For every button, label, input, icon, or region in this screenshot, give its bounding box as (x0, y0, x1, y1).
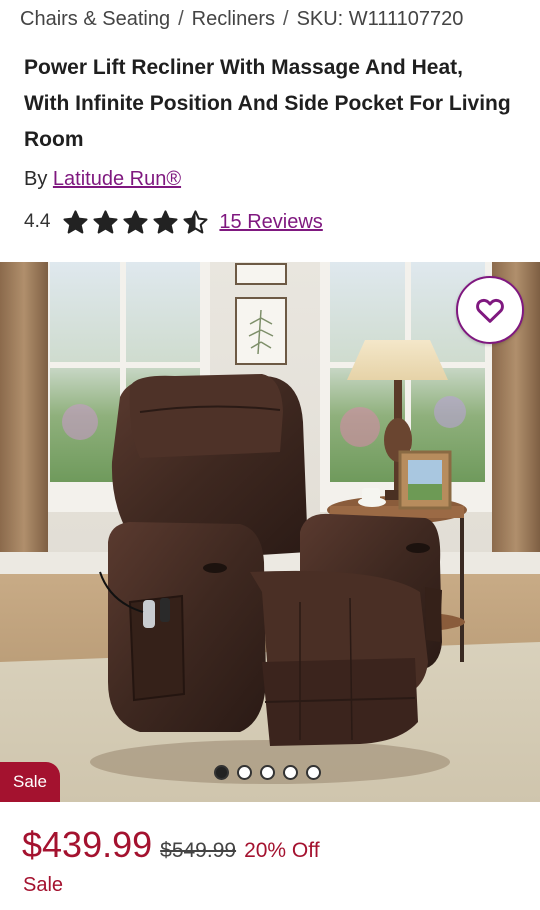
star-rating (62, 209, 209, 236)
price-row: $439.99 $549.99 20% Off (22, 824, 320, 866)
star-full-icon (63, 209, 88, 234)
rating-value: 4.4 (24, 211, 51, 232)
original-price: $549.99 (160, 839, 237, 862)
breadcrumb-separator: / (283, 8, 289, 30)
star-full-icon (153, 209, 178, 234)
rating-row: 4.4 15 Reviews (24, 205, 323, 239)
carousel-dot[interactable] (306, 765, 321, 780)
star-full-icon (93, 209, 118, 234)
breadcrumb-recliners[interactable]: Recliners (192, 8, 275, 30)
breadcrumb-sku: SKU: W111107720 (296, 8, 464, 30)
current-price: $439.99 (22, 824, 153, 865)
carousel-dot[interactable] (260, 765, 275, 780)
reviews-link[interactable]: 15 Reviews (219, 211, 322, 234)
brand-link[interactable]: Latitude Run® (53, 168, 181, 190)
breadcrumb: Chairs & Seating / Recliners / SKU: W1111077… (20, 8, 463, 31)
star-full-icon (123, 209, 148, 234)
breadcrumb-chairs-seating[interactable]: Chairs & Seating (20, 8, 170, 30)
carousel-dot[interactable] (214, 765, 229, 780)
carousel-dots (214, 765, 321, 780)
product-image-carousel[interactable] (0, 262, 540, 802)
favorite-button[interactable] (456, 276, 524, 344)
carousel-dot[interactable] (283, 765, 298, 780)
breadcrumb-separator: / (178, 8, 184, 30)
product-image (0, 262, 540, 802)
star-half-icon (183, 209, 208, 234)
sale-label: Sale (23, 874, 64, 896)
discount-label: 20% Off (244, 839, 320, 862)
sale-badge: Sale (0, 762, 60, 802)
product-title: Power Lift Recliner With Massage And Hea… (24, 56, 511, 151)
heart-outline-icon (476, 298, 504, 323)
byline-prefix: By (24, 168, 48, 190)
brand-byline: By Latitude Run® (24, 168, 181, 191)
carousel-dot[interactable] (237, 765, 252, 780)
